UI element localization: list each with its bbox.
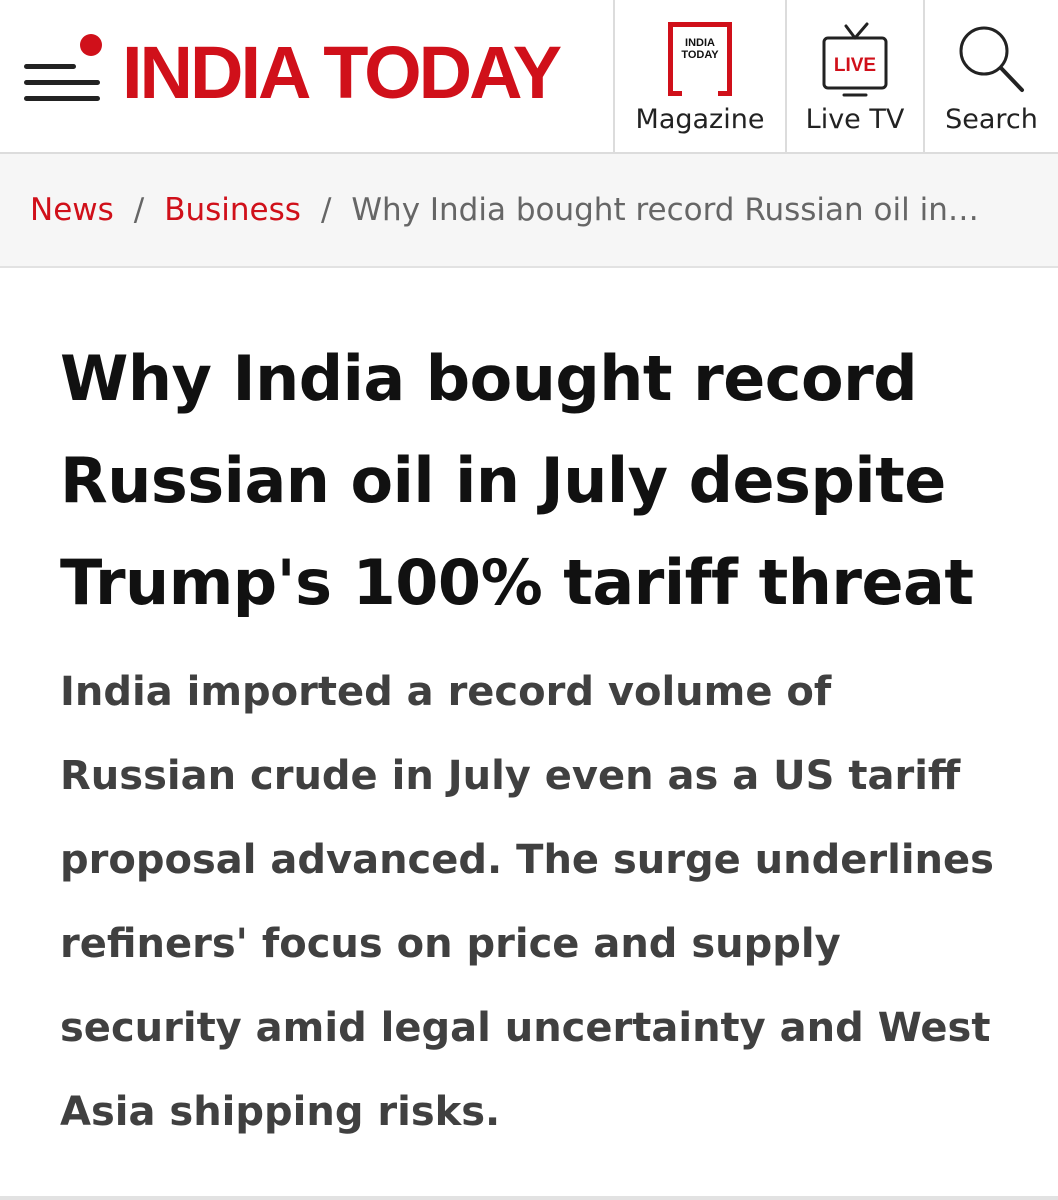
magazine-icon-text-1: INDIA — [685, 37, 715, 49]
nav-live-tv-label: Live TV — [805, 104, 905, 135]
search-handle — [998, 66, 1024, 92]
nav-search-label: Search — [945, 104, 1038, 135]
hamburger-menu-icon[interactable] — [24, 34, 104, 102]
site-header: INDIA TODAY INDIA TODAY Magazine LIVE Li… — [0, 0, 1058, 154]
menu-bar — [24, 64, 76, 69]
divider — [0, 1196, 1058, 1200]
nav-magazine-label: Magazine — [635, 104, 765, 135]
menu-bar — [24, 80, 100, 85]
article-summary: India imported a record volume of Russia… — [60, 669, 994, 1135]
nav-magazine[interactable]: INDIA TODAY Magazine — [613, 0, 785, 152]
antenna-left — [844, 24, 857, 40]
breadcrumb-link-news[interactable]: News — [30, 192, 114, 228]
menu-bar — [24, 96, 100, 101]
search-icon — [959, 26, 1024, 92]
breadcrumb-separator: / — [133, 192, 145, 228]
india-today-magazine-icon: INDIA TODAY — [668, 22, 732, 96]
breadcrumb-separator: / — [320, 192, 332, 228]
breadcrumb: News / Business / Why India bought recor… — [0, 154, 1058, 268]
magazine-icon-text-2: TODAY — [681, 49, 719, 61]
nav-search[interactable]: Search — [923, 0, 1058, 152]
live-tv-icon-text: LIVE — [834, 55, 876, 76]
article-headline: Why India bought record Russian oil in J… — [60, 342, 974, 619]
live-tv-icon: LIVE — [822, 22, 888, 97]
breadcrumb-link-business[interactable]: Business — [164, 192, 301, 228]
notification-dot — [80, 34, 102, 56]
magazine-frame-gap — [682, 72, 718, 96]
nav-live-tv[interactable]: LIVE Live TV — [785, 0, 923, 152]
site-logo[interactable]: INDIA TODAY — [122, 36, 562, 110]
antenna-right — [853, 22, 869, 40]
breadcrumb-current: Why India bought record Russian oil in… — [351, 192, 979, 228]
